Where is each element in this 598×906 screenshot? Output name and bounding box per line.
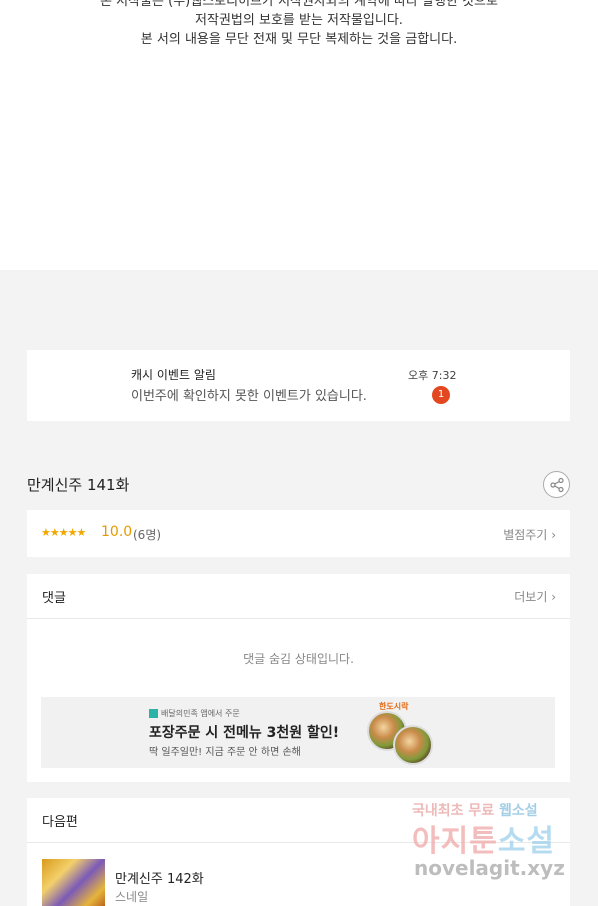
watermark-line-2a: 아지툰: [412, 824, 498, 859]
watermark-line-2: 아지툰소설: [412, 816, 555, 860]
copyright-notice: 본 저작물은 (주)웹스토리허브가 저작권자와의 계약에 따라 발행한 것으로 …: [0, 0, 598, 270]
star-rating-icon: ★★★★★: [41, 526, 86, 539]
rating-bar: ★★★★★ 10.0 (6명) 별점주기 ›: [27, 510, 570, 557]
comments-header: 댓글 더보기 ›: [27, 574, 570, 619]
chevron-right-icon: ›: [551, 590, 556, 604]
comments-more-button[interactable]: 더보기 ›: [514, 588, 556, 605]
next-episode-label: 다음편: [42, 815, 78, 830]
alarm-message: 이번주에 확인하지 못한 이벤트가 있습니다.: [131, 389, 367, 404]
alarm-time: 오후 7:32: [408, 369, 457, 382]
next-episode-thumbnail: [42, 859, 105, 906]
chevron-right-icon: ›: [551, 528, 556, 542]
watermark-line-2b: 소설: [497, 824, 556, 859]
rating-count: (6명): [133, 528, 162, 542]
comments-label: 댓글: [42, 591, 66, 606]
ad-banner[interactable]: 배달의민족 앱에서 주문 포장주문 시 전메뉴 3천원 할인! 딱 일주일만! …: [41, 697, 555, 768]
notice-line-3: 본 서의 내용을 무단 전재 및 무단 복제하는 것을 금합니다.: [140, 32, 458, 47]
comments-section: 댓글 더보기 › 댓글 숨김 상태입니다. 배달의민족 앱에서 주문 포장주문 …: [27, 574, 570, 782]
share-button[interactable]: [543, 471, 570, 498]
ad-headline: 포장주문 시 전메뉴 3천원 할인!: [149, 725, 340, 741]
watermark-url: novelagit.xyz: [414, 856, 565, 880]
ad-brand: 배달의민족 앱에서 주문: [161, 709, 240, 718]
site-watermark: 국내최초 무료 웹소설 아지툰소설 novelagit.xyz: [412, 800, 598, 890]
rating-score: 10.0: [101, 524, 133, 540]
cash-event-alarm[interactable]: 캐시 이벤트 알림 이번주에 확인하지 못한 이벤트가 있습니다. 오후 7:3…: [27, 350, 570, 421]
alarm-badge: 1: [432, 386, 450, 404]
share-icon: [550, 477, 564, 493]
comments-hidden-message: 댓글 숨김 상태입니다.: [243, 652, 354, 666]
rate-button-label: 별점주기: [503, 528, 548, 542]
next-episode-title: 만계신주 142화: [115, 872, 204, 887]
rate-button[interactable]: 별점주기 ›: [503, 526, 556, 543]
alarm-title: 캐시 이벤트 알림: [131, 368, 216, 382]
notice-line-2: 저작권법의 보호를 받는 저작물입니다.: [195, 13, 403, 28]
ad-subtext: 딱 일주일만! 지금 주문 안 하면 손해: [149, 747, 301, 758]
notice-line-1: 본 저작물은 (주)웹스토리허브가 저작권자와의 계약에 따라 발행한 것으로: [100, 0, 498, 9]
next-episode-author: 스네일: [115, 890, 149, 904]
food-bowl-image: [393, 725, 433, 765]
baemin-logo-icon: [149, 709, 158, 718]
episode-title: 만계신주 141화: [27, 476, 130, 494]
comments-more-label: 더보기: [514, 590, 548, 604]
